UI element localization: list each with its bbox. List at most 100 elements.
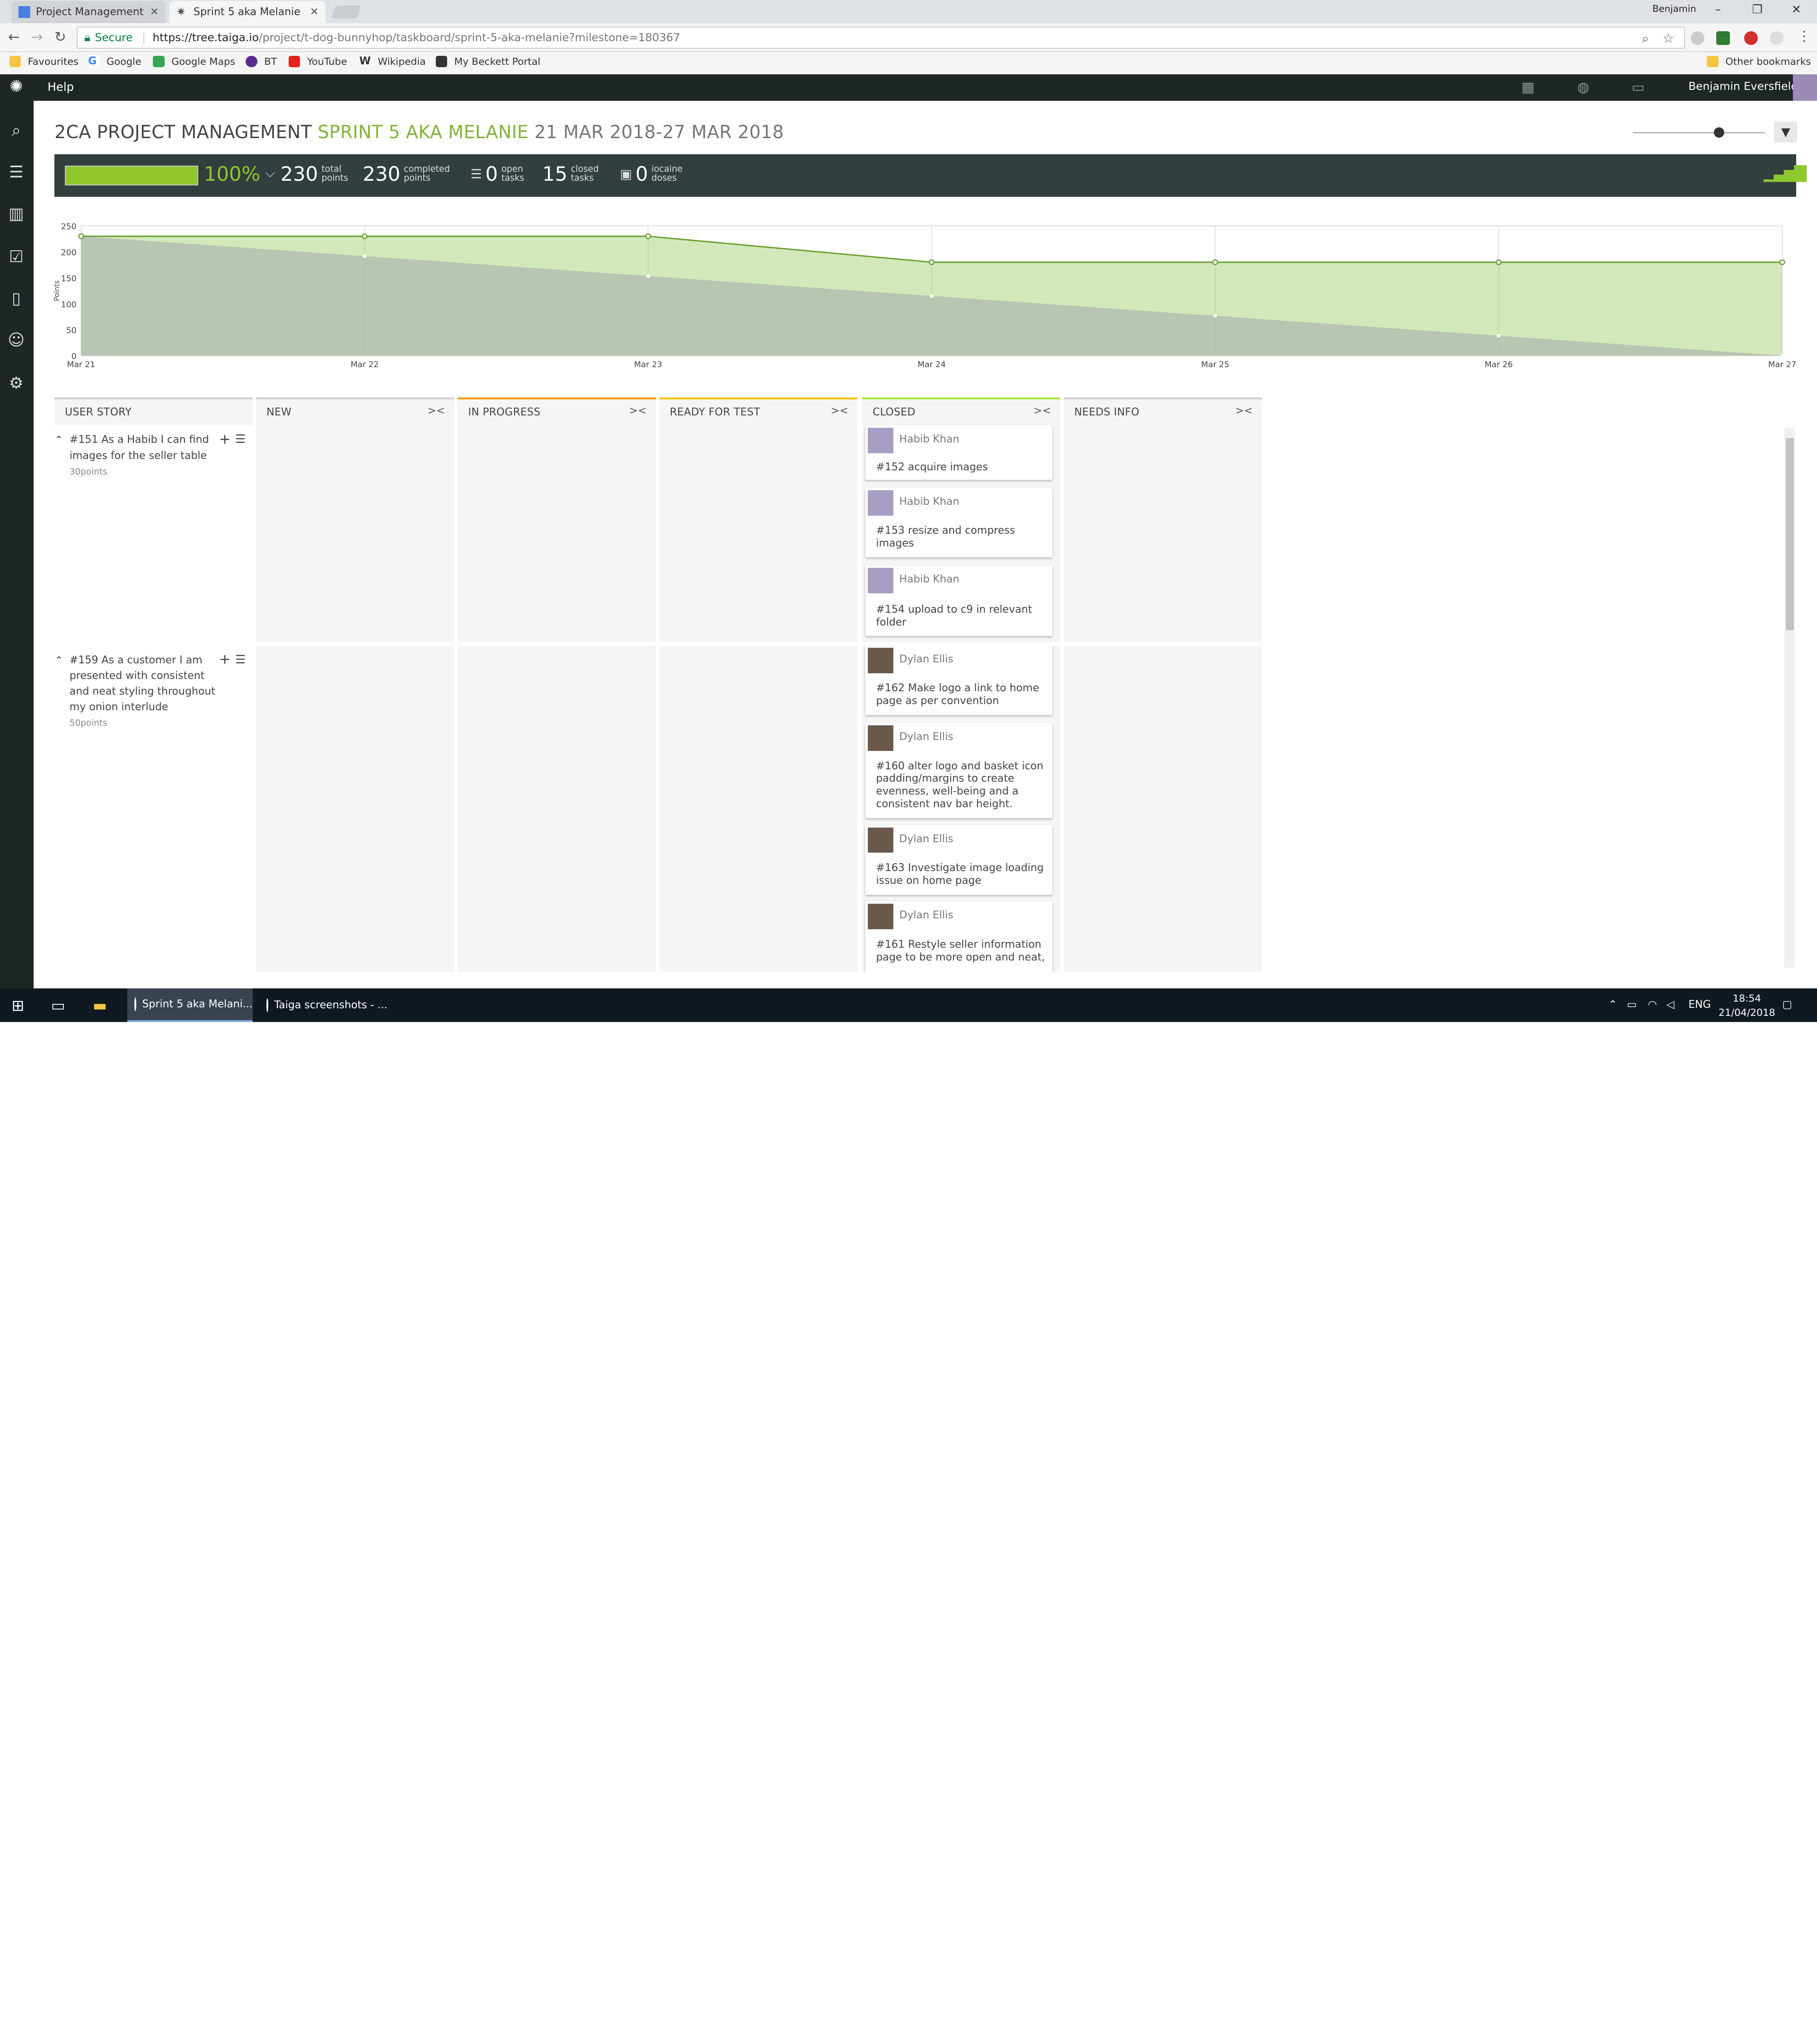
task-title[interactable]: #153 resize and compress images [876,525,1045,550]
discover-icon[interactable]: ◍ [1577,79,1589,95]
bookmark-wikipedia[interactable]: W Wikipedia [359,55,426,67]
team-icon[interactable]: ☺ [7,331,26,350]
new-tab-button[interactable] [331,6,362,19]
issues-icon[interactable]: ☑ [7,247,26,266]
task-card[interactable]: Habib Khan #153 resize and compress imag… [865,488,1052,557]
task-assignee[interactable]: Dylan Ellis [899,731,953,743]
chevron-down-icon[interactable]: ⌵ [265,166,275,181]
task-card[interactable]: Habib Khan #154 upload to c9 in relevant… [865,565,1052,636]
filter-icon[interactable]: ▼ [1774,122,1798,143]
back-icon[interactable]: ← [8,29,20,45]
settings-gear-icon[interactable]: ⚙ [7,374,26,393]
stat-label-line: tasks [501,173,524,184]
browser-tab[interactable]: ✷ Sprint 5 aka Melanie - Sp ✕ [169,1,326,23]
bulk-add-icon[interactable]: ☰ [235,432,246,446]
action-center-icon[interactable]: ▢ [1782,999,1792,1011]
title-project[interactable]: 2CA PROJECT MANAGEMENT [54,122,312,142]
fold-column-icon[interactable]: >< [629,405,647,417]
bookmark-label: YouTube [307,55,347,67]
fold-column-icon[interactable]: >< [1033,405,1051,417]
board-scrollbar-thumb[interactable] [1785,438,1794,631]
task-title[interactable]: #154 upload to c9 in relevant folder [876,604,1045,629]
task-card[interactable]: Dylan Ellis #161 Restyle seller informat… [865,901,1052,972]
bookmark-other[interactable]: Other bookmarks [1707,55,1811,68]
bookmark-youtube[interactable]: YouTube [288,55,347,68]
fold-column-icon[interactable]: >< [427,405,445,417]
extension-icon[interactable] [1691,31,1705,45]
zoom-icon[interactable]: ⌕ [1642,31,1649,46]
reload-icon[interactable]: ↻ [54,29,66,45]
bookmark-google-maps[interactable]: Google Maps [153,55,235,68]
task-assignee[interactable]: Habib Khan [899,496,959,508]
language-indicator[interactable]: ENG [1688,999,1711,1011]
task-card[interactable]: Dylan Ellis #162 Make logo a link to hom… [865,645,1052,715]
close-window-icon[interactable]: ✕ [1791,2,1801,16]
task-title[interactable]: #152 acquire images [876,461,1045,474]
cell-ready-for-test [659,425,858,642]
task-card[interactable]: Habib Khan #152 acquire images [865,425,1052,480]
graph-toggle-icon[interactable]: ▁▃▅▇ [1764,163,1807,182]
bookmark-google[interactable]: G Google [88,55,141,68]
zoom-slider-handle[interactable] [1714,127,1725,138]
battery-icon[interactable]: ▭ [1627,999,1637,1011]
task-assignee[interactable]: Habib Khan [899,433,959,445]
taiga-logo-icon[interactable]: ✺ [7,77,26,96]
restore-icon[interactable]: ❐ [1752,2,1763,16]
user-avatar[interactable] [1792,74,1817,101]
bookmark-bt[interactable]: BT [246,55,277,68]
collapse-story-icon[interactable]: ⌃ [54,434,63,446]
task-assignee[interactable]: Habib Khan [899,573,959,585]
taskbar-app[interactable]: Taiga screenshots - ... [260,988,388,1022]
bookmark-favourites[interactable]: Favourites [9,55,79,68]
collapse-story-icon[interactable]: ⌃ [54,655,63,667]
menu-icon[interactable]: ⋮ [1797,28,1811,44]
close-icon[interactable]: ✕ [150,6,159,18]
fold-column-icon[interactable]: >< [831,405,848,417]
extension-icon[interactable] [1744,31,1758,45]
task-title[interactable]: #163 Investigate image loading issue on … [876,862,1045,888]
task-view-icon[interactable]: ▭ [51,996,65,1014]
windows-start-icon[interactable]: ⊞ [11,996,24,1014]
user-story-title[interactable]: #159 As a customer I am presented with c… [70,654,215,713]
file-explorer-icon[interactable]: ▬ [93,996,107,1014]
user-name[interactable]: Benjamin Eversfield [1688,80,1798,93]
task-assignee[interactable]: Dylan Ellis [899,833,953,845]
task-card[interactable]: Dylan Ellis #160 alter logo and basket i… [865,723,1052,818]
task-title[interactable]: #162 Make logo a link to home page as pe… [876,682,1045,708]
minimize-icon[interactable]: – [1715,2,1721,16]
notifications-icon[interactable]: ▭ [1632,79,1645,95]
fold-column-icon[interactable]: >< [1235,405,1252,417]
extension-icon[interactable] [1769,31,1783,45]
tray-chevron-icon[interactable]: ⌃ [1608,999,1617,1011]
user-story-title[interactable]: #151 As a Habib I can find images for th… [70,434,209,461]
wiki-icon[interactable]: ▯ [7,290,26,308]
bulk-add-icon[interactable]: ☰ [235,652,246,666]
bookmark-star-icon[interactable]: ☆ [1663,31,1674,46]
task-card[interactable]: Dylan Ellis #163 Investigate image loadi… [865,825,1052,895]
volume-icon[interactable]: ◁ [1667,999,1675,1011]
extension-icon[interactable] [1716,31,1730,45]
wifi-icon[interactable]: ◠ [1648,999,1657,1011]
taskbar-app[interactable]: Sprint 5 aka Melani... [127,988,253,1022]
task-title[interactable]: #160 alter logo and basket icon padding/… [876,760,1045,811]
task-assignee[interactable]: Dylan Ellis [899,909,953,921]
add-task-icon[interactable]: + [219,651,231,667]
backlog-icon[interactable]: ☰ [7,163,26,182]
browser-tab[interactable]: Project Management Tea ✕ [11,1,166,23]
add-task-icon[interactable]: + [219,431,231,447]
help-link[interactable]: Help [47,80,74,94]
forward-icon[interactable]: → [31,29,43,45]
x-tick-label: Mar 23 [634,360,662,370]
kanban-icon[interactable]: ▥ [7,205,26,223]
zoom-slider-track[interactable] [1632,132,1765,133]
url-input[interactable]: 🔒︎ Secure | https://tree.taiga.io /proje… [76,26,1685,49]
system-clock[interactable]: 18:54 21/04/2018 [1719,992,1775,1020]
task-title[interactable]: #161 Restyle seller information page to … [876,939,1045,964]
burndown-chart: 050100150200250Mar 21 Mar 22 Mar 23 Mar 24 M… [53,222,1796,370]
task-assignee[interactable]: Dylan Ellis [899,653,953,665]
window-profile-name[interactable]: Benjamin [1652,3,1696,14]
search-icon[interactable]: ⌕ [7,122,26,140]
close-icon[interactable]: ✕ [310,6,318,18]
projects-grid-icon[interactable]: ▦ [1522,79,1535,95]
bookmark-beckett[interactable]: My Beckett Portal [435,55,540,68]
